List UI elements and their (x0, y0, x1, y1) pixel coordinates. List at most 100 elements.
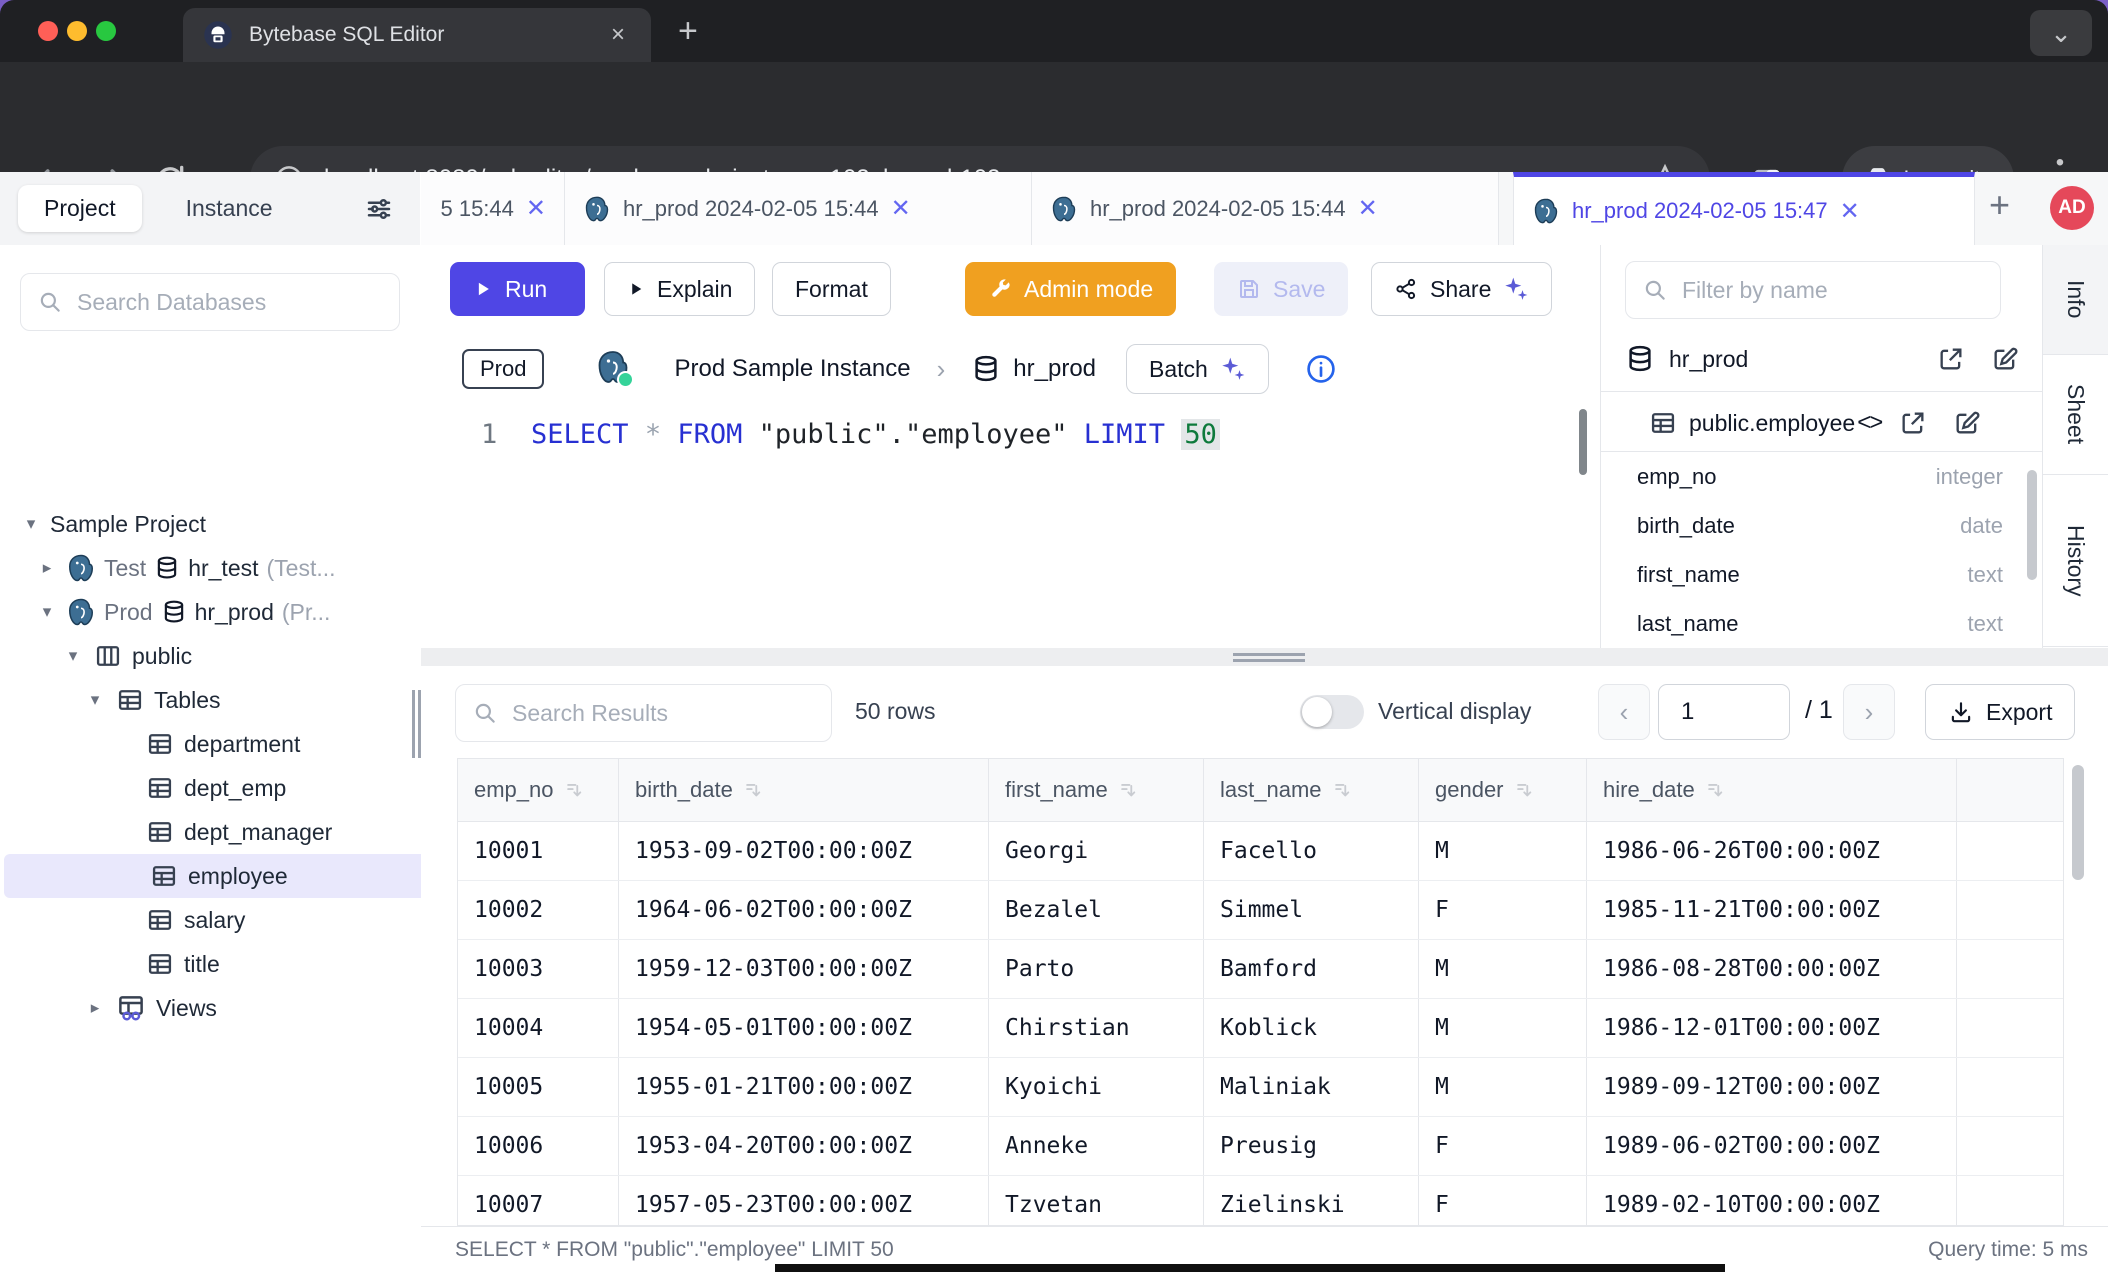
column-header[interactable]: emp_no (458, 759, 619, 821)
column-header[interactable]: last_name (1204, 759, 1419, 821)
vertical-display-toggle[interactable] (1300, 695, 1364, 729)
next-page-button[interactable]: › (1843, 684, 1895, 740)
cell[interactable]: 10006 (458, 1117, 619, 1175)
tree-item-hr-test[interactable]: ▸ Test hr_test (Test... (0, 546, 457, 590)
close-icon[interactable]: ✕ (526, 194, 546, 223)
cell[interactable]: Chirstian (989, 999, 1204, 1057)
batch-button[interactable]: Batch (1126, 344, 1269, 394)
instance-name[interactable]: Prod Sample Instance (674, 355, 910, 383)
cell[interactable]: 10007 (458, 1176, 619, 1233)
side-tab-info[interactable]: Info (2043, 245, 2108, 355)
cell[interactable]: 10003 (458, 940, 619, 998)
drag-handle[interactable] (1233, 659, 1305, 662)
tab-project[interactable]: Project (18, 185, 142, 232)
schema-filter[interactable] (1625, 261, 2001, 319)
cell[interactable]: 10002 (458, 881, 619, 939)
cell[interactable]: Simmel (1204, 881, 1419, 939)
column-header[interactable]: hire_date (1587, 759, 1957, 821)
new-sheet-icon[interactable]: + (1989, 184, 2010, 226)
database-name[interactable]: hr_prod (1013, 355, 1096, 383)
export-button[interactable]: Export (1925, 684, 2075, 740)
tree-item-public[interactable]: ▾ public (0, 634, 483, 678)
table-row[interactable]: 100011953-09-02T00:00:00ZGeorgiFacelloM1… (458, 822, 2063, 881)
edit-icon[interactable] (1991, 345, 2019, 373)
tree-item-hr-prod[interactable]: ▾ Prod hr_prod (Pr... (0, 590, 457, 634)
sql-editor[interactable]: 1 SELECT * FROM "public"."employee" LIMI… (421, 405, 1600, 648)
table-row[interactable]: 100041954-05-01T00:00:00ZChirstianKoblic… (458, 999, 2063, 1058)
edit-icon[interactable] (1953, 409, 1981, 437)
column-list-scrollbar[interactable] (2027, 470, 2037, 580)
cell[interactable]: M (1419, 1058, 1587, 1116)
filter-sliders-icon[interactable] (364, 194, 394, 224)
schema-filter-input[interactable] (1680, 276, 2000, 305)
database-search[interactable] (20, 273, 400, 331)
cell[interactable]: Georgi (989, 822, 1204, 880)
cell[interactable]: Facello (1204, 822, 1419, 880)
side-tab-history[interactable]: History (2043, 475, 2108, 647)
external-link-icon[interactable] (1937, 345, 1965, 373)
sort-icon[interactable] (564, 779, 586, 801)
editor-tab[interactable]: hr_prod 2024-02-05 15:44✕ (565, 172, 1032, 245)
run-button[interactable]: Run (450, 262, 585, 316)
share-button[interactable]: Share (1371, 262, 1552, 316)
grid-scrollbar[interactable] (2072, 765, 2084, 880)
cell[interactable]: M (1419, 999, 1587, 1057)
cell[interactable]: Bamford (1204, 940, 1419, 998)
cell[interactable]: 1955-01-21T00:00:00Z (619, 1058, 989, 1116)
sql-code-line[interactable]: SELECT * FROM "public"."employee" LIMIT … (531, 419, 1220, 450)
editor-tab-partial[interactable]: 5 15:44✕ (421, 172, 565, 245)
cell[interactable]: Kyoichi (989, 1058, 1204, 1116)
column-row[interactable]: last_nametext (1601, 599, 2043, 648)
close-icon[interactable]: ✕ (1358, 194, 1378, 223)
cell[interactable]: 1954-05-01T00:00:00Z (619, 999, 989, 1057)
cell[interactable]: 1964-06-02T00:00:00Z (619, 881, 989, 939)
panel-resize-strip[interactable] (421, 648, 2108, 666)
external-link-icon[interactable] (1899, 409, 1927, 437)
explain-button[interactable]: Explain (604, 262, 755, 316)
cell[interactable]: 1953-09-02T00:00:00Z (619, 822, 989, 880)
sort-icon[interactable] (1332, 779, 1354, 801)
page-number-input[interactable] (1658, 684, 1790, 740)
cell[interactable]: Maliniak (1204, 1058, 1419, 1116)
cell[interactable]: 1953-04-20T00:00:00Z (619, 1117, 989, 1175)
user-avatar[interactable]: AD (2050, 186, 2094, 230)
editor-scrollbar[interactable] (1579, 409, 1587, 475)
cell[interactable]: F (1419, 881, 1587, 939)
tree-item-sample-project[interactable]: ▾ Sample Project (0, 502, 441, 546)
table-row[interactable]: 100051955-01-21T00:00:00ZKyoichiMaliniak… (458, 1058, 2063, 1117)
cell[interactable]: Parto (989, 940, 1204, 998)
editor-tab-active[interactable]: hr_prod 2024-02-05 15:47✕ (1513, 172, 1975, 245)
close-icon[interactable]: ✕ (1840, 197, 1860, 226)
cell[interactable]: 1957-05-23T00:00:00Z (619, 1176, 989, 1233)
cell[interactable]: 1989-02-10T00:00:00Z (1587, 1176, 1957, 1233)
new-tab-icon[interactable]: + (678, 12, 698, 51)
sort-icon[interactable] (1705, 779, 1727, 801)
side-tab-sheet[interactable]: Sheet (2043, 355, 2108, 475)
admin-mode-button[interactable]: Admin mode (965, 262, 1176, 316)
sort-icon[interactable] (743, 779, 765, 801)
cell[interactable]: Anneke (989, 1117, 1204, 1175)
database-search-input[interactable] (75, 288, 399, 317)
format-button[interactable]: Format (772, 262, 891, 316)
schema-database-row[interactable]: hr_prod (1625, 333, 2019, 385)
window-zoom-button[interactable] (96, 21, 116, 41)
drag-handle[interactable] (1233, 653, 1305, 656)
results-search-input[interactable] (510, 699, 831, 728)
column-header[interactable]: gender (1419, 759, 1587, 821)
save-button[interactable]: Save (1214, 262, 1348, 316)
cell[interactable]: Zielinski (1204, 1176, 1419, 1233)
sort-icon[interactable] (1118, 779, 1140, 801)
schema-table-row[interactable]: public.employee <> (1649, 397, 2019, 449)
sidebar-resize-handle[interactable] (412, 690, 415, 758)
table-row[interactable]: 100071957-05-23T00:00:00ZTzvetanZielinsk… (458, 1176, 2063, 1233)
cell[interactable]: F (1419, 1117, 1587, 1175)
cell[interactable]: Tzvetan (989, 1176, 1204, 1233)
cell[interactable]: 1989-09-12T00:00:00Z (1587, 1058, 1957, 1116)
cell[interactable]: Bezalel (989, 881, 1204, 939)
window-close-button[interactable] (38, 21, 58, 41)
tab-instance[interactable]: Instance (186, 195, 273, 222)
results-search[interactable] (455, 684, 832, 742)
tab-close-icon[interactable]: × (611, 21, 625, 49)
table-row[interactable]: 100021964-06-02T00:00:00ZBezalelSimmelF1… (458, 881, 2063, 940)
code-icon[interactable]: <> (1857, 409, 1881, 437)
